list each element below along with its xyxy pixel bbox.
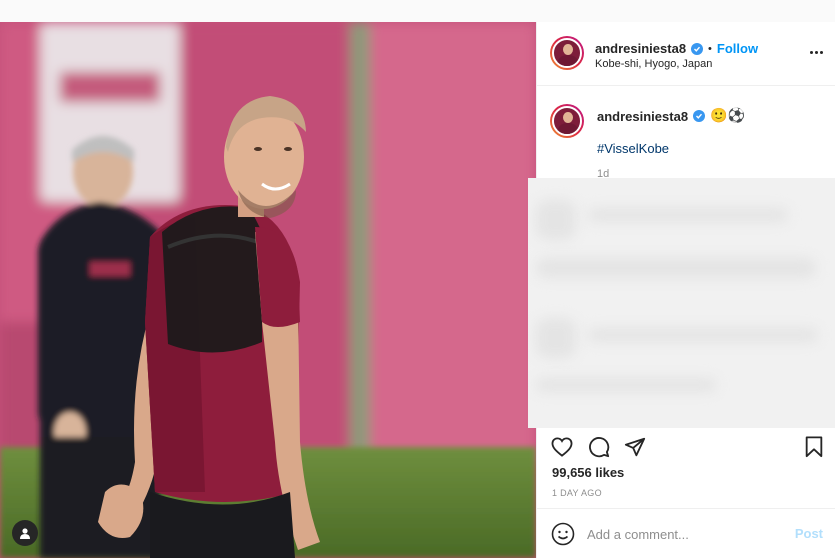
follow-button[interactable]: Follow [717, 41, 758, 56]
save-button[interactable] [801, 434, 827, 460]
verified-badge-icon [693, 110, 706, 122]
tag-button[interactable] [12, 520, 38, 546]
user-tag-icon [20, 528, 30, 539]
action-bar [537, 430, 835, 466]
post-comment-button[interactable]: Post [795, 526, 823, 541]
comment-button[interactable] [586, 434, 612, 460]
location-link[interactable]: Kobe-shi, Hyogo, Japan [595, 58, 712, 70]
blurred-overlay [528, 178, 835, 428]
browser-top-strip [0, 0, 835, 22]
post-photo[interactable] [0, 22, 536, 558]
caption-avatar[interactable] [550, 104, 584, 138]
comment-bar: Post [537, 508, 835, 558]
separator-dot: • [708, 42, 712, 55]
caption-emojis: 🙂⚽ [710, 108, 745, 124]
comment-input[interactable] [587, 524, 777, 544]
avatar[interactable] [550, 36, 584, 70]
more-options-icon[interactable] [808, 44, 824, 60]
training-scene-image [0, 22, 536, 558]
caption-username[interactable]: andresiniesta8 [597, 109, 688, 124]
paper-plane-icon [624, 437, 646, 457]
emoji-button[interactable] [551, 522, 575, 546]
smiley-icon [551, 522, 575, 546]
bookmark-icon [805, 436, 823, 458]
post-header: andresiniesta8 • Follow Kobe-shi, Hyogo,… [537, 22, 835, 86]
likes-count[interactable]: 99,656 likes [552, 465, 624, 480]
verified-badge-icon [691, 42, 704, 55]
like-button[interactable] [549, 434, 575, 460]
post-timestamp[interactable]: 1 DAY AGO [552, 488, 602, 498]
heart-icon [551, 437, 573, 457]
share-button[interactable] [622, 434, 648, 460]
hashtag-link[interactable]: #VisselKobe [597, 141, 669, 156]
header-username[interactable]: andresiniesta8 [595, 41, 686, 56]
comment-icon [589, 437, 610, 458]
